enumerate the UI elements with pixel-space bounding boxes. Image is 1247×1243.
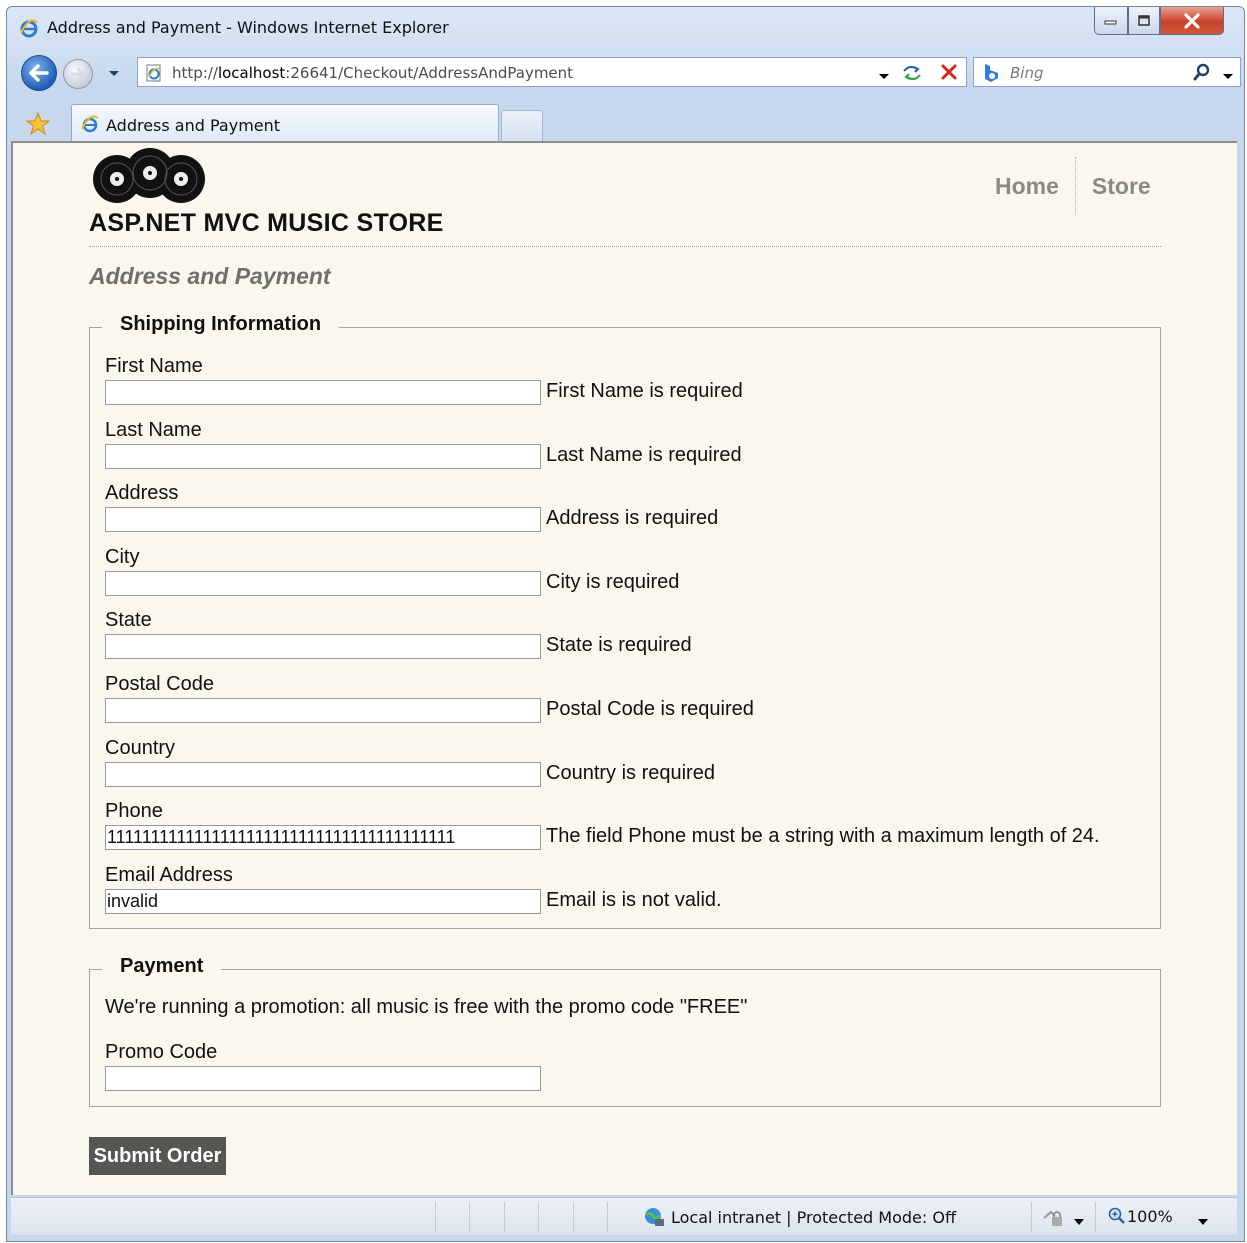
country-label: Country	[105, 737, 176, 759]
stop-icon[interactable]	[938, 61, 960, 83]
minimize-button[interactable]	[1094, 7, 1128, 35]
ie-page-icon	[80, 114, 100, 134]
first-name-error: First Name is required	[546, 380, 743, 402]
state-input[interactable]	[105, 634, 541, 659]
title-bar: Address and Payment - Windows Internet E…	[7, 7, 1244, 47]
phone-error: The field Phone must be a string with a …	[546, 825, 1100, 847]
postal-code-input[interactable]	[105, 698, 541, 723]
city-input[interactable]	[105, 571, 541, 596]
nav-home-link[interactable]: Home	[979, 173, 1075, 200]
city-error: City is required	[546, 571, 680, 593]
status-divider	[538, 1202, 539, 1232]
submit-order-button[interactable]: Submit Order	[89, 1137, 226, 1175]
phone-input[interactable]: 1111111111111111111111111111111111111111	[105, 825, 541, 850]
address-error: Address is required	[546, 507, 719, 529]
recent-pages-dropdown-icon[interactable]	[107, 65, 121, 79]
postal-code-error: Postal Code is required	[546, 698, 754, 720]
first-name-label: First Name	[105, 355, 203, 377]
country-input[interactable]	[105, 762, 541, 787]
last-name-input[interactable]	[105, 444, 541, 469]
back-button[interactable]	[21, 55, 57, 91]
postal-code-label: Postal Code	[105, 673, 214, 695]
search-icon[interactable]	[1192, 62, 1212, 82]
bing-icon	[980, 62, 1002, 84]
promotion-message: We're running a promotion: all music is …	[105, 996, 748, 1018]
security-zone-text: Local intranet | Protected Mode: Off	[671, 1208, 956, 1227]
status-divider	[435, 1202, 436, 1232]
status-divider	[607, 1202, 608, 1232]
tab-label: Address and Payment	[106, 116, 281, 135]
tab-address-and-payment[interactable]: Address and Payment	[71, 104, 499, 144]
status-divider	[573, 1202, 574, 1232]
promo-code-input[interactable]	[105, 1066, 541, 1091]
address-label: Address	[105, 482, 179, 504]
site-title: ASP.NET MVC MUSIC STORE	[89, 209, 444, 237]
ie-logo-icon	[19, 18, 39, 38]
new-tab-button[interactable]	[501, 110, 543, 144]
maximize-button[interactable]	[1128, 7, 1160, 35]
email-error: Email is is not valid.	[546, 889, 722, 911]
address-bar: http://localhost:26641/Checkout/AddressA…	[7, 51, 1244, 99]
status-divider	[504, 1202, 505, 1232]
status-divider	[1031, 1202, 1032, 1232]
shipping-legend: Shipping Information	[102, 313, 340, 336]
url-text: http://localhost:26641/Checkout/AddressA…	[172, 64, 574, 82]
window-title: Address and Payment - Windows Internet E…	[47, 18, 449, 37]
nav-store-link[interactable]: Store	[1076, 173, 1167, 200]
payment-legend: Payment	[102, 955, 222, 978]
state-label: State	[105, 609, 152, 631]
email-label: Email Address	[105, 864, 233, 886]
state-error: State is required	[546, 634, 692, 656]
status-divider	[469, 1202, 470, 1232]
status-divider	[1095, 1202, 1096, 1232]
last-name-error: Last Name is required	[546, 444, 742, 466]
forward-button[interactable]	[63, 59, 93, 89]
main-nav: Home Store	[979, 157, 1167, 215]
address-input[interactable]	[105, 507, 541, 532]
promo-code-label: Promo Code	[105, 1041, 218, 1063]
close-button[interactable]	[1160, 7, 1224, 35]
city-label: City	[105, 546, 140, 568]
favorites-star-icon[interactable]	[15, 104, 61, 144]
protected-mode-dropdown-icon[interactable]	[1073, 1212, 1085, 1225]
refresh-icon[interactable]	[900, 61, 924, 85]
shipping-information-fieldset: Shipping Information First Name First Na…	[89, 313, 1161, 929]
zoom-level[interactable]: 100%	[1127, 1207, 1173, 1226]
search-dropdown-icon[interactable]	[1222, 67, 1234, 79]
phone-label: Phone	[105, 800, 163, 822]
zoom-dropdown-icon[interactable]	[1197, 1212, 1209, 1225]
first-name-input[interactable]	[105, 380, 541, 405]
url-field[interactable]: http://localhost:26641/Checkout/AddressA…	[137, 57, 967, 87]
search-field[interactable]: Bing	[973, 57, 1241, 87]
header-divider	[89, 246, 1161, 247]
email-input[interactable]: invalid	[105, 889, 541, 914]
zoom-icon[interactable]	[1107, 1206, 1127, 1226]
status-bar: Local intranet | Protected Mode: Off 100…	[11, 1197, 1237, 1235]
music-store-logo	[91, 147, 209, 207]
search-placeholder: Bing	[1010, 64, 1044, 82]
protected-mode-icon[interactable]	[1041, 1206, 1065, 1228]
last-name-label: Last Name	[105, 419, 202, 441]
page-icon	[144, 63, 164, 83]
url-dropdown-icon[interactable]	[878, 67, 890, 79]
page-title: Address and Payment	[89, 263, 331, 289]
payment-fieldset: Payment We're running a promotion: all m…	[89, 955, 1161, 1107]
page-viewport: ASP.NET MVC MUSIC STORE Home Store Addre…	[11, 141, 1237, 1195]
local-intranet-icon	[643, 1206, 665, 1228]
country-error: Country is required	[546, 762, 715, 784]
